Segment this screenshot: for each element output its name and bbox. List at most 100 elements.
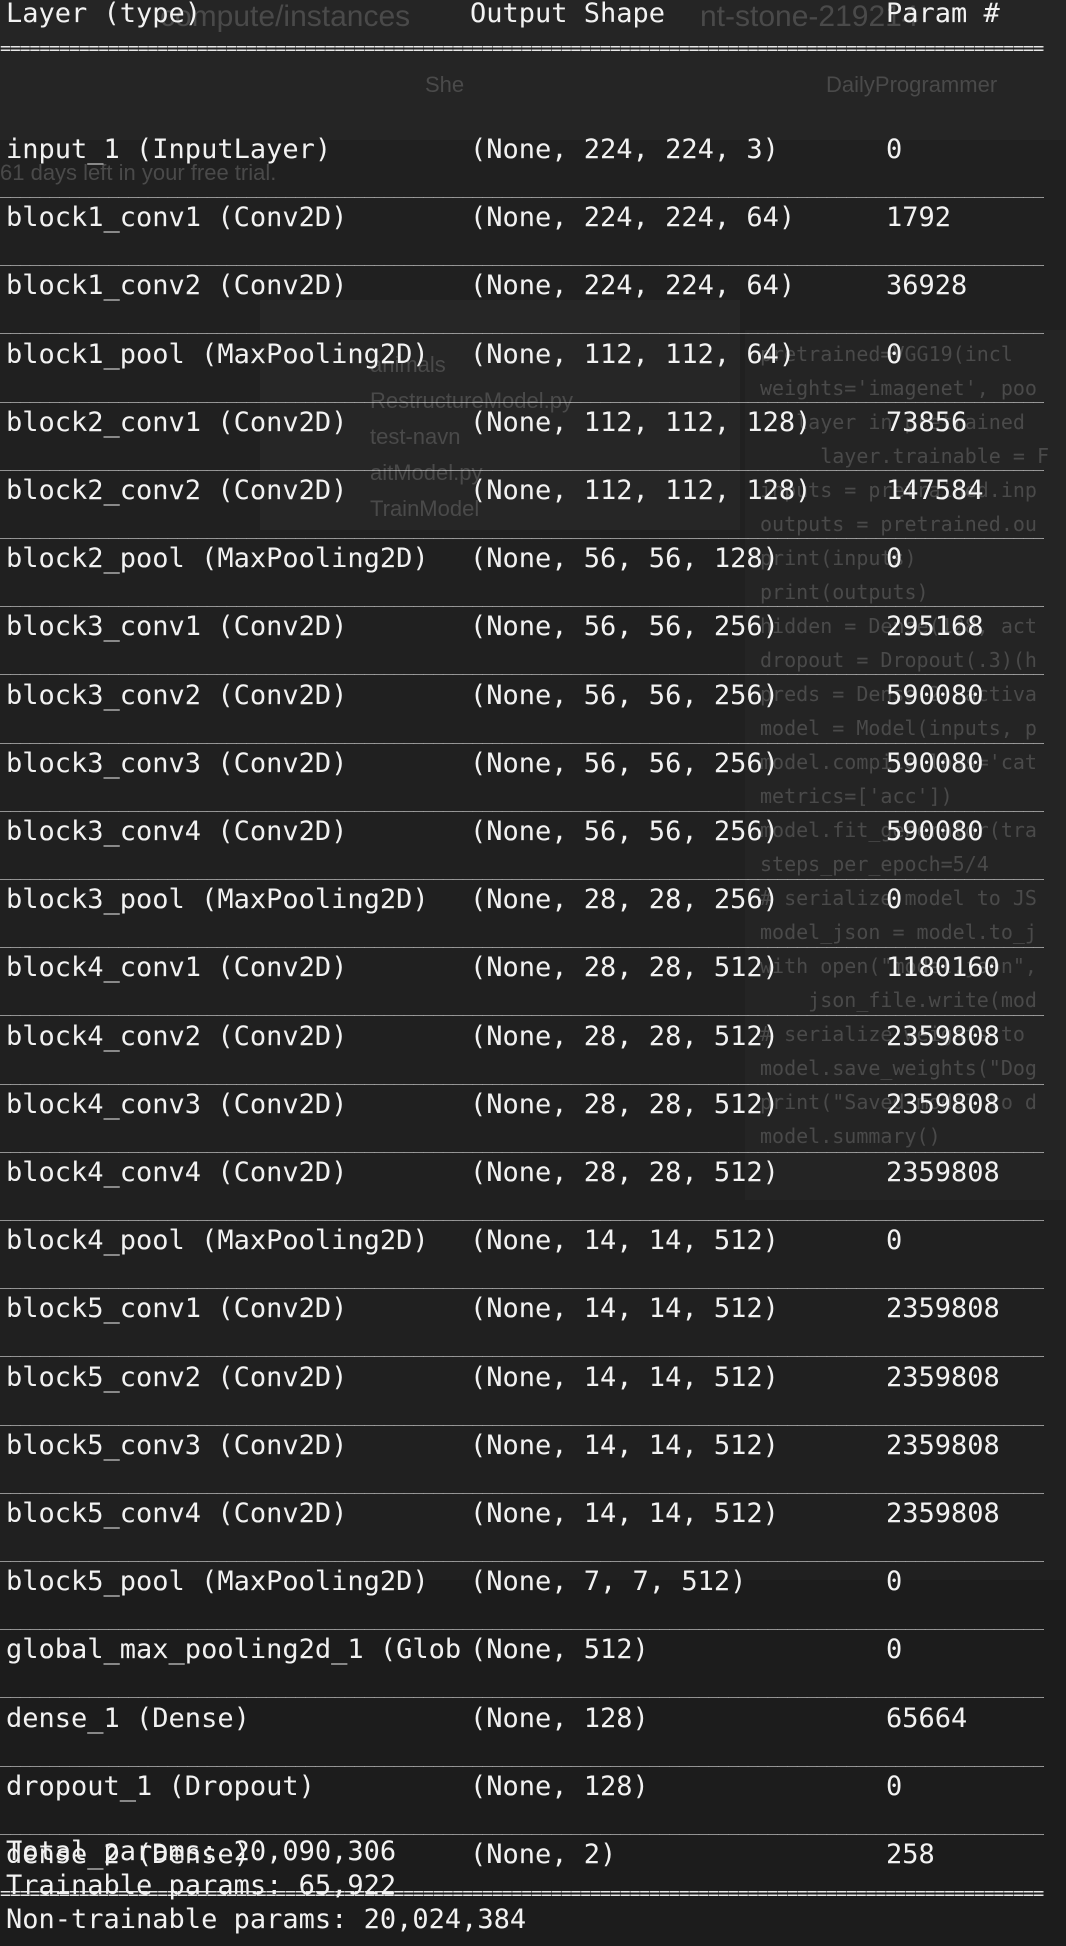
row-separator: ________________________________________…: [0, 930, 1044, 948]
layer-name: block3_conv4 (Conv2D): [6, 816, 348, 847]
output-shape: (None, 128): [470, 1771, 649, 1802]
output-shape: (None, 112, 112, 128): [470, 407, 812, 438]
param-count: 147584: [886, 475, 984, 506]
param-count: 2359808: [886, 1498, 1000, 1529]
output-shape: (None, 56, 56, 256): [470, 611, 779, 642]
output-shape: (None, 224, 224, 3): [470, 134, 779, 165]
row-separator: ________________________________________…: [0, 1476, 1044, 1494]
row-separator: ________________________________________…: [0, 1680, 1044, 1698]
row-separator: ________________________________________…: [0, 180, 1044, 198]
output-shape: (None, 224, 224, 64): [470, 270, 796, 301]
row-separator: ________________________________________…: [0, 726, 1044, 744]
layer-name: block5_conv4 (Conv2D): [6, 1498, 348, 1529]
param-count: 73856: [886, 407, 968, 438]
row-separator: ________________________________________…: [0, 862, 1044, 880]
header-layer-type: Layer (type): [6, 0, 202, 29]
row-separator: ________________________________________…: [0, 794, 1044, 812]
header-output-shape: Output Shape: [470, 0, 666, 29]
row-separator: ________________________________________…: [0, 1544, 1044, 1562]
row-separator: ________________________________________…: [0, 1817, 1044, 1835]
output-shape: (None, 512): [470, 1634, 649, 1665]
row-separator: ________________________________________…: [0, 316, 1044, 334]
param-count: 2359808: [886, 1293, 1000, 1324]
param-count: 295168: [886, 611, 984, 642]
layer-name: block4_conv2 (Conv2D): [6, 1021, 348, 1052]
param-count: 0: [886, 134, 903, 165]
row-separator: ________________________________________…: [0, 1339, 1044, 1357]
output-shape: (None, 112, 112, 64): [470, 339, 796, 370]
layer-name: block1_conv1 (Conv2D): [6, 202, 348, 233]
output-shape: (None, 14, 14, 512): [470, 1498, 779, 1529]
row-separator: ________________________________________…: [0, 1203, 1044, 1221]
param-count: 0: [886, 1566, 903, 1597]
row-separator: ________________________________________…: [0, 1408, 1044, 1426]
output-shape: (None, 2): [470, 1839, 617, 1870]
layer-name: dense_1 (Dense): [6, 1703, 250, 1734]
param-count: 2359808: [886, 1430, 1000, 1461]
layer-name: block1_conv2 (Conv2D): [6, 270, 348, 301]
layer-name: block4_conv3 (Conv2D): [6, 1089, 348, 1120]
param-count: 65664: [886, 1703, 968, 1734]
row-separator: ________________________________________…: [0, 1067, 1044, 1085]
param-count: 2359808: [886, 1089, 1000, 1120]
output-shape: (None, 56, 56, 128): [470, 543, 779, 574]
output-shape: (None, 28, 28, 512): [470, 1021, 779, 1052]
output-shape: (None, 224, 224, 64): [470, 202, 796, 233]
row-separator: ________________________________________…: [0, 589, 1044, 607]
layer-name: block1_pool (MaxPooling2D): [6, 339, 429, 370]
layer-name: global_max_pooling2d_1 (Glob: [6, 1634, 462, 1665]
param-count: 36928: [886, 270, 968, 301]
non-trainable-params: Non-trainable params: 20,024,384: [6, 1904, 527, 1935]
param-count: 2359808: [886, 1362, 1000, 1393]
param-count: 0: [886, 543, 903, 574]
output-shape: (None, 112, 112, 128): [470, 475, 812, 506]
header-separator: ========================================…: [0, 40, 1044, 58]
output-shape: (None, 14, 14, 512): [470, 1225, 779, 1256]
row-separator: ________________________________________…: [0, 248, 1044, 266]
terminal-output: Layer (type) Output Shape Param # input_…: [0, 0, 1066, 1946]
trainable-params: Trainable params: 65,922: [6, 1870, 397, 1901]
param-count: 0: [886, 884, 903, 915]
output-shape: (None, 14, 14, 512): [470, 1362, 779, 1393]
param-count: 0: [886, 339, 903, 370]
param-count: 2359808: [886, 1157, 1000, 1188]
layer-name: block4_conv1 (Conv2D): [6, 952, 348, 983]
output-shape: (None, 28, 28, 512): [470, 1157, 779, 1188]
param-count: 0: [886, 1634, 903, 1665]
output-shape: (None, 14, 14, 512): [470, 1430, 779, 1461]
layer-name: block2_conv1 (Conv2D): [6, 407, 348, 438]
output-shape: (None, 28, 28, 512): [470, 1089, 779, 1120]
param-count: 590080: [886, 680, 984, 711]
row-separator: ________________________________________…: [0, 521, 1044, 539]
layer-name: block4_conv4 (Conv2D): [6, 1157, 348, 1188]
row-separator: ________________________________________…: [0, 657, 1044, 675]
output-shape: (None, 28, 28, 256): [470, 884, 779, 915]
layer-name: block3_conv2 (Conv2D): [6, 680, 348, 711]
output-shape: (None, 56, 56, 256): [470, 748, 779, 779]
param-count: 0: [886, 1771, 903, 1802]
layer-name: block2_conv2 (Conv2D): [6, 475, 348, 506]
output-shape: (None, 56, 56, 256): [470, 816, 779, 847]
layer-name: block3_conv1 (Conv2D): [6, 611, 348, 642]
layer-name: input_1 (InputLayer): [6, 134, 332, 165]
row-separator: ________________________________________…: [0, 1749, 1044, 1767]
layer-name: block3_conv3 (Conv2D): [6, 748, 348, 779]
row-separator: ________________________________________…: [0, 1612, 1044, 1630]
layer-name: block5_conv2 (Conv2D): [6, 1362, 348, 1393]
output-shape: (None, 28, 28, 512): [470, 952, 779, 983]
row-separator: ________________________________________…: [0, 998, 1044, 1016]
layer-name: block5_conv1 (Conv2D): [6, 1293, 348, 1324]
layer-name: block3_pool (MaxPooling2D): [6, 884, 429, 915]
row-separator: ________________________________________…: [0, 1271, 1044, 1289]
output-shape: (None, 7, 7, 512): [470, 1566, 747, 1597]
param-count: 2359808: [886, 1021, 1000, 1052]
param-count: 1792: [886, 202, 952, 233]
param-count: 590080: [886, 816, 984, 847]
output-shape: (None, 56, 56, 256): [470, 680, 779, 711]
layer-name: block5_pool (MaxPooling2D): [6, 1566, 429, 1597]
output-shape: (None, 14, 14, 512): [470, 1293, 779, 1324]
param-count: 0: [886, 1225, 903, 1256]
header-param-count: Param #: [886, 0, 1000, 29]
param-count: 590080: [886, 748, 984, 779]
layer-name: block2_pool (MaxPooling2D): [6, 543, 429, 574]
